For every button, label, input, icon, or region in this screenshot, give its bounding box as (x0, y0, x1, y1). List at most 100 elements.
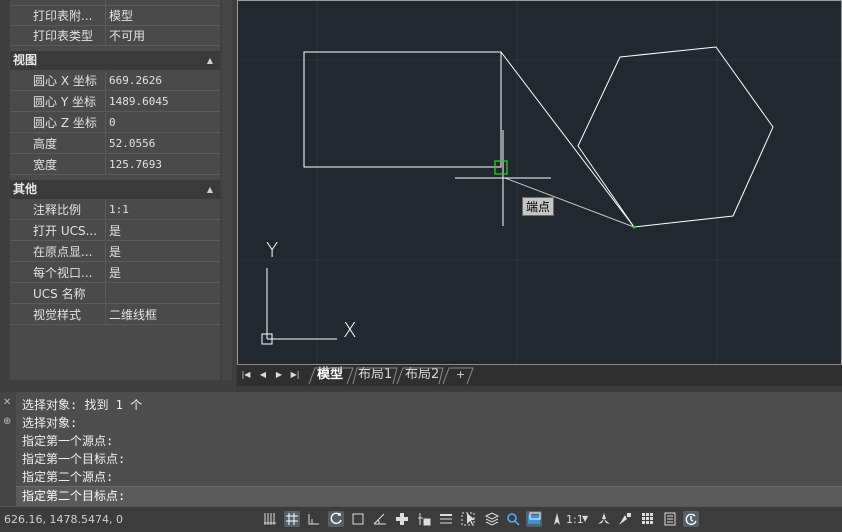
layout-tab-bar: |◀ ◀ ▶ ▶| 模型 布局1 布局2 + (237, 364, 842, 386)
property-label: 圆心 Z 坐标 (10, 113, 106, 133)
annotation-scale-icon[interactable] (549, 511, 565, 527)
section-header-view[interactable]: 视图 ▲ (10, 51, 220, 70)
grip-point[interactable] (632, 225, 636, 229)
property-value[interactable]: 125.7693 (106, 155, 220, 175)
property-row-width[interactable]: 宽度 125.7693 (10, 155, 220, 175)
property-row-center-y[interactable]: 圆心 Y 坐标 1489.6045 (10, 92, 220, 112)
lineweight-icon[interactable] (438, 511, 454, 527)
pin-icon[interactable]: ⊕ (3, 416, 11, 427)
tab-add[interactable]: + (456, 366, 465, 384)
coordinate-readout[interactable]: 626.16, 1478.5474, 0 (4, 507, 123, 532)
ucs-x-label: X (343, 318, 357, 342)
property-label: 宽度 (10, 155, 106, 175)
ucs-y-label: Y (266, 238, 279, 262)
property-value[interactable]: 模型 (106, 6, 220, 26)
drawing-geometry (237, 0, 842, 364)
object-snap-tracking-icon[interactable] (394, 511, 410, 527)
property-label: 圆心 Y 坐标 (10, 92, 106, 112)
isolate-objects-icon[interactable] (640, 511, 656, 527)
command-input[interactable]: 指定第二个目标点: (16, 486, 842, 506)
next-tab-icon[interactable]: ▶ (273, 368, 285, 382)
dynamic-ucs-icon[interactable] (505, 511, 521, 527)
property-label: 打开 UCS... (10, 221, 106, 241)
annotation-monitor-icon[interactable] (617, 511, 633, 527)
ucs-icon (261, 268, 337, 345)
tab-layout1[interactable]: 布局1 (358, 366, 392, 384)
properties-palette: 打印表附... 模型 打印表类型 不可用 视图 ▲ 圆心 X 坐标 669.26… (0, 0, 236, 392)
tab-model[interactable]: 模型 (317, 366, 343, 384)
property-row-center-z[interactable]: 圆心 Z 坐标 0 (10, 113, 220, 133)
command-history-line: 选择对象: (22, 416, 78, 430)
object-snap-icon[interactable] (416, 511, 432, 527)
command-history-line: 指定第一个源点: (22, 434, 114, 448)
property-row-plot-table-type[interactable]: 打印表类型 不可用 (10, 26, 220, 46)
property-label: 打印表类型 (10, 26, 106, 46)
clean-screen-icon[interactable] (683, 511, 699, 527)
collapse-caret-icon[interactable]: ▲ (207, 180, 213, 199)
property-value[interactable]: 1489.6045 (106, 92, 220, 112)
close-icon[interactable]: ✕ (3, 397, 11, 408)
property-value[interactable]: 不可用 (106, 26, 220, 46)
diagonal-line-entity[interactable] (500, 51, 635, 228)
rectangle-entity[interactable] (303, 51, 502, 168)
property-row-ucs-icon-on[interactable]: 打开 UCS... 是 (10, 221, 220, 241)
property-value[interactable]: 52.0556 (106, 134, 220, 154)
property-value[interactable]: 是 (106, 242, 220, 262)
model-space-icon[interactable] (262, 511, 278, 527)
property-row-annotation-scale[interactable]: 注释比例 1:1 (10, 200, 220, 220)
section-title: 其他 (13, 182, 38, 196)
status-bar: 626.16, 1478.5474, 0 1:1 ▼ (0, 506, 842, 532)
isodraft-icon[interactable] (372, 511, 388, 527)
property-label: 高度 (10, 134, 106, 154)
property-label: UCS 名称 (10, 284, 106, 304)
command-history: 选择对象: 找到 1 个 选择对象: 指定第一个源点: 指定第一个目标点: 指定… (22, 396, 142, 486)
grid-icon[interactable] (284, 511, 300, 527)
property-row-plot-table-attach[interactable]: 打印表附... 模型 (10, 6, 220, 26)
last-tab-icon[interactable]: ▶| (289, 368, 301, 382)
hardware-acceleration-icon[interactable] (662, 511, 678, 527)
3d-osnap-icon[interactable] (484, 511, 500, 527)
drawing-canvas[interactable]: Y X 端点 (237, 0, 842, 364)
command-window: ✕ ⊕ 选择对象: 找到 1 个 选择对象: 指定第一个源点: 指定第一个目标点… (0, 392, 842, 506)
property-value[interactable]: 是 (106, 263, 220, 283)
grid-lines (237, 0, 842, 364)
selection-cycling-icon[interactable] (462, 511, 478, 527)
property-value[interactable]: 二维线框 (106, 305, 220, 325)
section-title: 视图 (13, 53, 38, 67)
property-value[interactable]: 1:1 (106, 200, 220, 220)
property-value[interactable]: 669.2626 (106, 71, 220, 91)
ortho-icon[interactable] (328, 511, 344, 527)
command-window-sidebar: ✕ ⊕ (0, 392, 16, 506)
property-row-visual-style[interactable]: 视觉样式 二维线框 (10, 305, 220, 325)
property-value[interactable]: 0 (106, 113, 220, 133)
property-value[interactable] (106, 284, 220, 304)
workspace-icon[interactable] (596, 511, 612, 527)
property-value[interactable]: 是 (106, 221, 220, 241)
properties-list: 打印表附... 模型 打印表类型 不可用 视图 ▲ 圆心 X 坐标 669.26… (10, 0, 220, 380)
property-label: 在原点显... (10, 242, 106, 262)
hexagon-entity[interactable] (577, 46, 774, 228)
property-label: 视觉样式 (10, 305, 106, 325)
command-history-line: 指定第二个源点: (22, 470, 114, 484)
property-row-center-x[interactable]: 圆心 X 坐标 669.2626 (10, 71, 220, 91)
property-label: 注释比例 (10, 200, 106, 220)
palette-scrollbar[interactable] (222, 0, 232, 380)
property-label: 每个视口... (10, 263, 106, 283)
command-history-line: 选择对象: 找到 1 个 (22, 398, 143, 412)
section-header-misc[interactable]: 其他 ▲ (10, 180, 220, 199)
property-row-ucs-per-viewport[interactable]: 每个视口... 是 (10, 263, 220, 283)
snap-tooltip: 端点 (522, 197, 555, 216)
command-history-line: 指定第一个目标点: (22, 452, 126, 466)
property-label: 打印表附... (10, 6, 106, 26)
property-label: 圆心 X 坐标 (10, 71, 106, 91)
polar-icon[interactable] (350, 511, 366, 527)
property-row-ucs-at-origin[interactable]: 在原点显... 是 (10, 242, 220, 262)
tab-layout2[interactable]: 布局2 (405, 366, 439, 384)
first-tab-icon[interactable]: |◀ (240, 368, 252, 382)
snap-icon[interactable] (306, 511, 322, 527)
annotation-visibility-icon[interactable] (526, 511, 542, 527)
property-row-ucs-name[interactable]: UCS 名称 (10, 284, 220, 304)
collapse-caret-icon[interactable]: ▲ (207, 51, 213, 70)
prev-tab-icon[interactable]: ◀ (257, 368, 269, 382)
property-row-height[interactable]: 高度 52.0556 (10, 134, 220, 154)
